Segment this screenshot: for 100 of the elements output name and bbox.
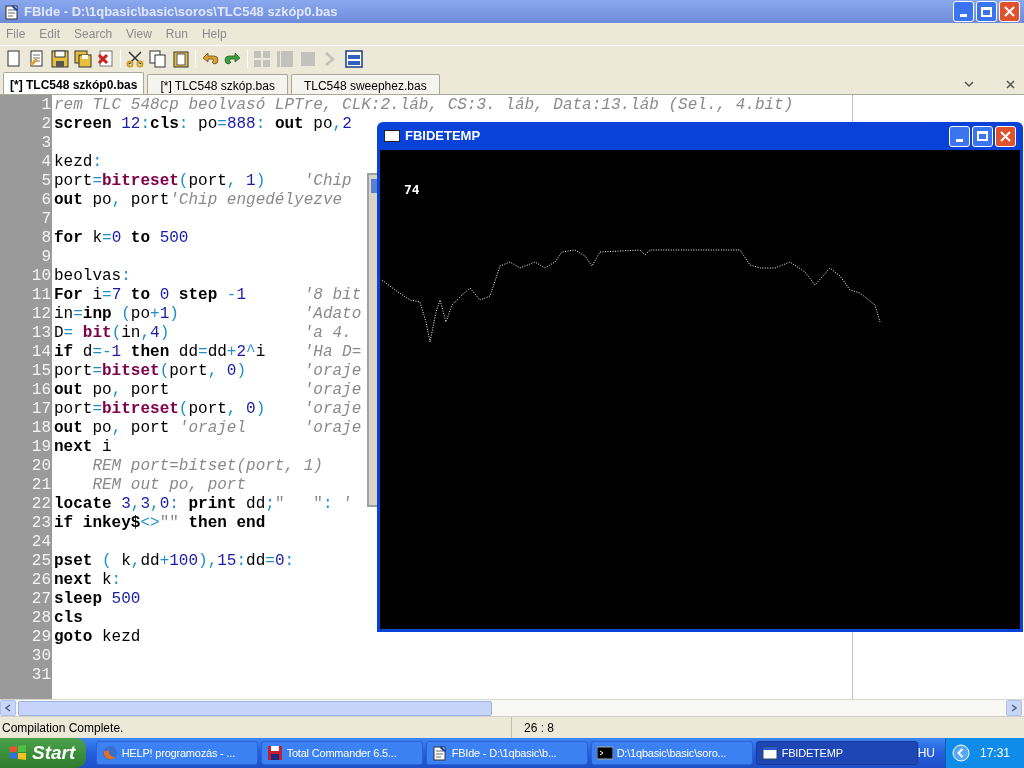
- code-line: sleep 500: [54, 590, 141, 609]
- chevron-right-icon: [1011, 704, 1017, 712]
- code-line: screen 12:cls: po=888: out po,2: [54, 115, 352, 134]
- window-icon[interactable]: [345, 49, 363, 68]
- notepad-icon: [4, 3, 20, 20]
- document-icon[interactable]: [28, 49, 46, 68]
- code-line: goto kezd: [54, 628, 141, 647]
- line-number: 13: [31, 324, 51, 343]
- close-icon: [1000, 130, 1011, 142]
- line-number: 30: [31, 647, 51, 666]
- menu-item[interactable]: Search: [74, 25, 113, 43]
- code-line: if inkey$<>"" then end: [54, 514, 266, 533]
- menu-item[interactable]: Edit: [39, 25, 61, 43]
- code-line: For i=7 to 0 step -1 '8 bit: [54, 286, 362, 305]
- code-line: REM port=bitset(port, 1): [91, 457, 323, 476]
- scroll-right-button[interactable]: [1006, 700, 1022, 716]
- file-tab[interactable]: TLC548 sweephez.bas: [290, 74, 440, 94]
- line-number: 16: [31, 381, 51, 400]
- line-number: 27: [31, 590, 51, 609]
- line-number: 17: [31, 400, 51, 419]
- notepad-icon: [431, 745, 448, 761]
- console-icon: [596, 745, 613, 761]
- minimize-button[interactable]: [953, 1, 974, 22]
- line-number: 15: [31, 362, 51, 381]
- menu-item[interactable]: View: [126, 25, 152, 43]
- line-number: 28: [31, 609, 51, 628]
- taskbar-button[interactable]: FBIDETEMP: [755, 741, 918, 765]
- line-number: 23: [31, 514, 51, 533]
- line-number: 21: [31, 476, 51, 495]
- close-button[interactable]: [999, 1, 1020, 22]
- scroll-thumb[interactable]: [18, 700, 492, 716]
- code-line: next k:: [54, 571, 122, 590]
- restore-button[interactable]: [976, 1, 997, 22]
- line-number: 20: [31, 457, 51, 476]
- menu-item[interactable]: File: [6, 25, 26, 43]
- taskbar-button[interactable]: FBIde - D:\1qbasic\b...: [425, 741, 588, 765]
- line-number: 24: [31, 533, 51, 552]
- line-number: 4: [41, 153, 51, 172]
- line-number: 11: [31, 286, 51, 305]
- status-message: Compilation Complete.: [2, 719, 124, 737]
- code-line: port=bitreset(port, 0) 'oraje: [54, 400, 362, 419]
- code-line: out po, port 'oraje: [54, 381, 362, 400]
- floppy-disks-icon[interactable]: [74, 49, 92, 68]
- maximize-button[interactable]: [972, 125, 993, 147]
- scroll-left-button[interactable]: [0, 700, 16, 716]
- code-line: out po, port'Chip engedélyezve: [54, 191, 343, 210]
- line-number: 26: [31, 571, 51, 590]
- line-number: 5: [41, 172, 51, 191]
- line-number: 10: [31, 267, 51, 286]
- code-line: out po, port 'orajel 'oraje: [54, 419, 362, 438]
- line-number: 22: [31, 495, 51, 514]
- windows-flag-icon: [9, 744, 27, 762]
- window-title: FBIDETEMP: [405, 127, 481, 146]
- screen-text: 74: [404, 181, 420, 199]
- clipboard-icon[interactable]: [172, 49, 190, 68]
- globe-fox-icon: [101, 745, 118, 761]
- line-number: 8: [41, 229, 51, 248]
- code-line: locate 3,3,0: print dd;" ": ': [54, 495, 352, 514]
- code-line: kezd:: [54, 153, 102, 172]
- start-button[interactable]: Start: [0, 738, 86, 768]
- line-number: 7: [41, 210, 51, 229]
- line-number: 25: [31, 552, 51, 571]
- line-number: 6: [41, 191, 51, 210]
- menu-item[interactable]: Run: [165, 25, 188, 43]
- close-icon: [1004, 6, 1015, 17]
- code-line: next i: [54, 438, 112, 457]
- chevron-down-icon[interactable]: [964, 81, 974, 88]
- code-line: for k=0 to 500: [54, 229, 189, 248]
- line-number: 19: [31, 438, 51, 457]
- menu-item[interactable]: Help: [201, 25, 227, 43]
- file-tab[interactable]: [*] TLC548 szkóp.bas: [147, 74, 288, 94]
- copy-icon[interactable]: [149, 49, 167, 68]
- chevron-left-icon[interactable]: [951, 744, 970, 762]
- code-line: beolvas:: [54, 267, 131, 286]
- file-tab[interactable]: [*] TLC548 szkóp0.bas: [3, 72, 145, 94]
- code-line: port=bitset(port, 0) 'oraje: [54, 362, 362, 381]
- line-number: 18: [31, 419, 51, 438]
- language-indicator[interactable]: HU: [917, 744, 935, 762]
- close-button[interactable]: [995, 125, 1016, 147]
- cursor-position: 26 : 8: [524, 719, 555, 737]
- minimize-button[interactable]: [949, 125, 970, 147]
- line-number: 14: [31, 343, 51, 362]
- code-line: if d=-1 then dd=dd+2^i 'Ha D=: [54, 343, 362, 362]
- code-line: D= bit(in,4) 'a 4.: [54, 324, 352, 343]
- window-title: FBIde - D:\1qbasic\basic\soros\TLC548 szkóp0.bas: [24, 2, 338, 21]
- code-line: port=bitreset(port, 1) 'Chip: [54, 172, 352, 191]
- line-number: 1: [41, 96, 51, 115]
- taskbar-button[interactable]: Total Commander 6.5...: [260, 741, 423, 765]
- taskbar-button[interactable]: D:\1qbasic\basic\soro...: [590, 741, 753, 765]
- taskbar-button[interactable]: HELP! programozás - ...: [95, 741, 258, 765]
- line-number: 3: [41, 134, 51, 153]
- blank-page-icon[interactable]: [5, 49, 23, 68]
- close-icon[interactable]: [1006, 80, 1015, 89]
- line-number: 31: [31, 666, 51, 685]
- scissors-icon[interactable]: [126, 49, 144, 68]
- code-line: REM out po, port: [91, 476, 247, 495]
- close-file-icon[interactable]: [97, 49, 115, 68]
- line-number: 2: [41, 115, 51, 134]
- line-number: 12: [31, 305, 51, 324]
- code-line: pset ( k,dd+100),15:dd=0:: [54, 552, 295, 571]
